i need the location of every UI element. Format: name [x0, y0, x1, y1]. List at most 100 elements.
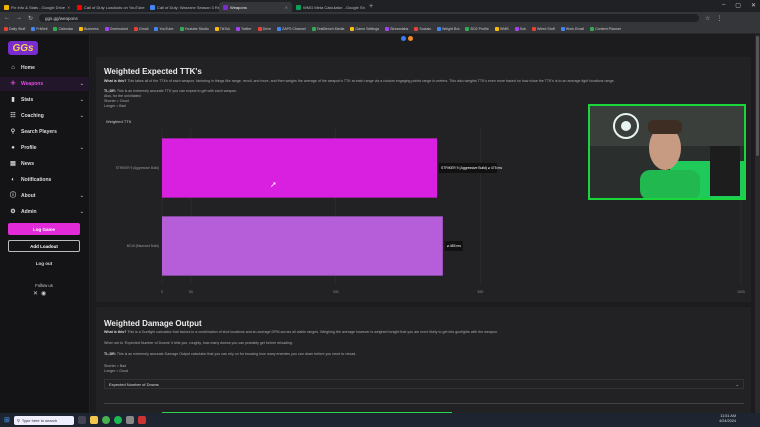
window-controls: – ▢ ✕ — [722, 2, 756, 9]
bookmark-icon — [154, 26, 159, 31]
browser-tab[interactable]: Call of Duty Loadouts on YouTube✕ — [73, 2, 146, 12]
bookmark-label: WMB — [499, 26, 509, 31]
task-view-icon[interactable] — [77, 416, 86, 424]
sidebar-item-profile[interactable]: ● Profile ⌄ — [0, 141, 90, 155]
bookmark-label: Weight Bot — [441, 26, 460, 31]
bookmark-icon — [257, 26, 262, 31]
twitter-icon[interactable]: ✕ — [33, 290, 38, 297]
app-icon[interactable] — [125, 416, 134, 424]
star-icon[interactable]: ☆ — [705, 15, 710, 22]
maximize-icon[interactable]: ▢ — [735, 2, 741, 9]
bookmark-icon — [560, 26, 565, 31]
minimize-icon[interactable]: – — [722, 2, 725, 9]
ggs-logo[interactable]: GGs — [8, 41, 38, 55]
chrome-icon[interactable] — [101, 416, 110, 424]
tldr-text: This is an extremely accurate Damage Out… — [116, 352, 357, 356]
weighted-damage-card: Weighted Damage Output What is this? Thi… — [96, 307, 751, 413]
new-tab-icon[interactable]: + — [369, 3, 373, 10]
sidebar-item-label: About — [21, 193, 36, 199]
explorer-icon[interactable] — [89, 416, 98, 424]
menu-icon[interactable]: ⋮ — [716, 15, 722, 22]
forward-icon[interactable]: → — [16, 15, 22, 21]
logout-link[interactable]: Log out — [8, 261, 80, 266]
taskbar-clock[interactable]: 11:51 AM 4/24/2024 — [719, 414, 736, 424]
bookmark-item[interactable]: Overlooked — [104, 26, 128, 31]
bookmark-label: Socials — [419, 26, 431, 31]
bookmark-label: YouTube — [159, 26, 174, 31]
dmg-description: What is this? This is a Gunfight calcula… — [104, 330, 739, 335]
tab-label: Weapons — [230, 4, 247, 10]
back-icon[interactable]: ← — [4, 15, 10, 21]
bookmark-icon — [465, 26, 470, 31]
bookmark-item[interactable]: Youtube Studio — [179, 26, 209, 31]
sidebar-item-coaching[interactable]: ☷ Coaching ⌄ — [0, 109, 90, 123]
sidebar-item-notifications[interactable]: ◐ Notifications — [0, 173, 90, 187]
bookmark-item[interactable]: Content Planner — [590, 26, 621, 31]
ttk-bar[interactable] — [162, 216, 443, 276]
log-game-button[interactable]: Log Game — [8, 223, 80, 235]
sidebar-item-weapons[interactable]: ✛ Weapons ⌄ — [0, 77, 90, 91]
browser-tab[interactable]: Fix Info & Stats - Google Drive ✕ — [0, 2, 73, 12]
bookmark-icon — [414, 26, 419, 31]
home-icon: ⌂ — [11, 65, 15, 71]
tab-close-icon[interactable]: ✕ — [67, 5, 70, 10]
bookmark-item[interactable]: Streamlabs — [385, 26, 408, 31]
browser-tab[interactable]: WMG Meta Calculator - Google Sh...✕ — [292, 2, 365, 12]
bookmark-item[interactable]: Work Email — [560, 26, 584, 31]
browser-tab[interactable]: Weapons ✕ — [219, 2, 292, 12]
tab-favicon-icon — [223, 4, 228, 10]
browser-tab[interactable]: Call of Duty: Warzone Season 3 Re...✕ — [146, 2, 219, 12]
ttk-bar[interactable] — [162, 138, 438, 198]
bookmark-label: Gmail — [139, 26, 149, 31]
sidebar-item-admin[interactable]: ⚙ Admin ⌄ — [0, 205, 90, 219]
bookmark-item[interactable]: BO2 Profile — [465, 26, 489, 31]
bookmark-item[interactable]: Game Settings — [350, 26, 379, 31]
bookmark-label: Sub — [519, 26, 527, 31]
app-icon[interactable] — [137, 416, 146, 424]
tab-close-icon[interactable]: ✕ — [285, 5, 288, 10]
bookmark-item[interactable]: ZAPS Channel — [277, 26, 306, 31]
sidebar-item-search-players[interactable]: ⚲ Search Players — [0, 125, 90, 139]
category-label: STRIKER 9 (Aggressive Build) — [116, 166, 159, 170]
sidebar-item-stats[interactable]: ▮ Stats ⌄ — [0, 93, 90, 107]
downs-select[interactable]: Expected Number of Downs ⌄ — [104, 379, 744, 389]
bookmark-label: Calendar — [58, 26, 74, 31]
bell-icon: ◐ — [11, 177, 15, 183]
bookmark-item[interactable]: Daily Stuff — [4, 26, 25, 31]
bookmark-item[interactable]: Weight Bot — [436, 26, 460, 31]
spotify-icon[interactable] — [113, 416, 122, 424]
url-field[interactable]: ggs.gg/weapons — [39, 14, 700, 22]
bookmark-item[interactable]: Drive — [257, 26, 271, 31]
sidebar-item-news[interactable]: ▤ News — [0, 157, 90, 171]
dmg-note-2: Longer = Good — [104, 369, 129, 373]
bookmark-icon — [311, 26, 316, 31]
bookmark-item[interactable]: Socials — [414, 26, 431, 31]
bookmark-item[interactable]: TestBench Media — [311, 26, 344, 31]
bookmark-item[interactable]: TikTok — [214, 26, 230, 31]
bookmark-icon — [236, 26, 241, 31]
bookmark-item[interactable]: Calendar — [53, 26, 74, 31]
bookmark-item[interactable]: Twitter — [236, 26, 252, 31]
bookmark-item[interactable]: Wired Stuff — [532, 26, 555, 31]
chart-icon: ▮ — [11, 97, 15, 103]
scrollbar-thumb[interactable] — [756, 36, 759, 156]
webcam-feed — [590, 106, 744, 198]
reload-icon[interactable]: ↻ — [28, 15, 33, 22]
bookmark-icon — [31, 26, 36, 31]
windows-start-icon[interactable]: ⊞ — [4, 416, 10, 424]
sidebar-item-about[interactable]: ⓘ About ⌄ — [0, 189, 90, 203]
bookmark-item[interactable]: FriWell — [31, 26, 47, 31]
close-icon[interactable]: ✕ — [751, 2, 756, 9]
taskbar-search[interactable]: ⚲ Type here to search — [13, 415, 74, 425]
discord-icon[interactable]: ◉ — [41, 290, 46, 297]
bookmark-item[interactable]: WMB — [494, 26, 509, 31]
bookmark-item[interactable]: Gmail — [134, 26, 149, 31]
bookmark-item[interactable]: YouTube — [154, 26, 174, 31]
address-bar: ← → ↻ ggs.gg/weapons ☆ ⋮ — [0, 12, 760, 24]
downs-select-value: Expected Number of Downs — [109, 381, 159, 387]
sidebar-item-home[interactable]: ⌂ Home — [0, 61, 90, 75]
bookmark-item[interactable]: Business — [79, 26, 99, 31]
bookmark-item[interactable]: Sub — [514, 26, 527, 31]
add-loadout-button[interactable]: Add Loadout — [8, 240, 80, 252]
gear-icon: ⚙ — [10, 209, 16, 215]
